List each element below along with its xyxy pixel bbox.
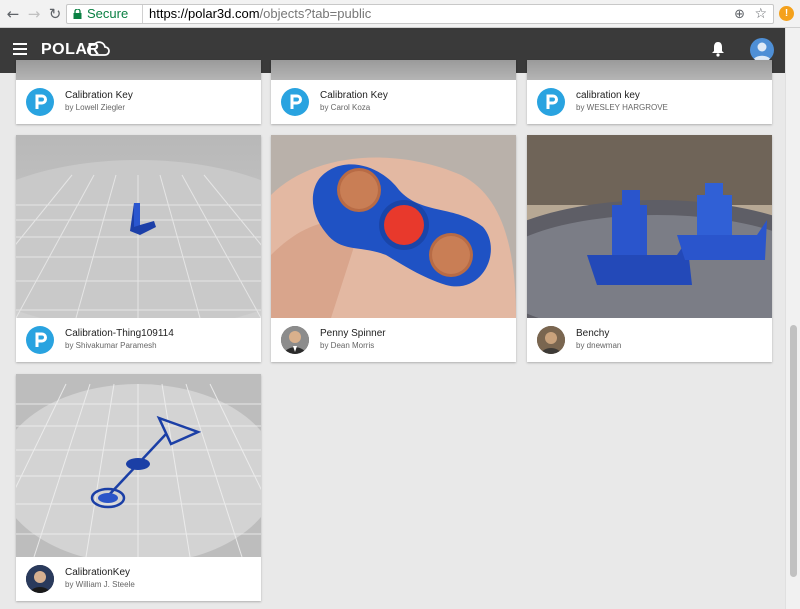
avatar[interactable] [537, 88, 565, 116]
object-card[interactable]: Penny Spinner by Dean Morris [271, 135, 516, 362]
polar-p-icon [546, 94, 558, 109]
user-avatar[interactable] [750, 38, 774, 62]
object-thumbnail[interactable] [527, 60, 772, 80]
polar-p-icon [290, 94, 302, 109]
card-author[interactable]: by Lowell Ziegler [65, 103, 125, 112]
polar-p-icon [35, 94, 47, 109]
object-card[interactable]: Calibration-Thing109114 by Shivakumar Pa… [16, 135, 261, 362]
calibration-thing-render [16, 135, 261, 318]
object-card[interactable]: calibration key by WESLEY HARGROVE [527, 60, 772, 124]
card-footer: Calibration Key by Carol Koza [271, 80, 516, 124]
url-divider [142, 5, 143, 23]
object-thumbnail[interactable] [16, 60, 261, 80]
avatar[interactable] [26, 326, 54, 354]
forward-arrow-icon[interactable]: → [25, 5, 43, 23]
secure-label: Secure [87, 6, 129, 21]
url-host: https://polar3d.com [149, 6, 260, 21]
card-title[interactable]: Calibration-Thing109114 [65, 328, 174, 339]
zoom-icon[interactable]: ⊕ [734, 6, 745, 24]
card-author[interactable]: by WESLEY HARGROVE [576, 103, 668, 112]
card-title[interactable]: Benchy [576, 328, 609, 339]
bookmark-star-icon[interactable]: ☆ [754, 5, 767, 23]
card-footer: Benchy by dnewman [527, 318, 772, 362]
lock-icon [73, 9, 82, 19]
object-card[interactable]: Calibration Key by Lowell Ziegler [16, 60, 261, 124]
polar-p-icon [35, 332, 47, 347]
avatar[interactable] [281, 326, 309, 354]
url-path: /objects?tab=public [259, 6, 372, 21]
card-author[interactable]: by Carol Koza [320, 103, 370, 112]
object-thumbnail[interactable] [16, 135, 261, 318]
avatar[interactable] [26, 565, 54, 593]
card-title[interactable]: CalibrationKey [65, 567, 130, 578]
card-footer: CalibrationKey by William J. Steele [16, 557, 261, 601]
card-author[interactable]: by Dean Morris [320, 341, 374, 350]
address-bar[interactable]: Secure https://polar3d.com/objects?tab=p… [66, 4, 774, 24]
object-card[interactable]: CalibrationKey by William J. Steele [16, 374, 261, 601]
object-thumbnail[interactable] [271, 60, 516, 80]
scroll-thumb[interactable] [790, 325, 797, 577]
object-card[interactable]: Benchy by dnewman [527, 135, 772, 362]
back-arrow-icon[interactable]: ← [4, 5, 22, 23]
penny-spinner-photo [271, 135, 516, 318]
person-photo-icon [537, 326, 565, 354]
object-thumbnail[interactable] [527, 135, 772, 318]
card-footer: Penny Spinner by Dean Morris [271, 318, 516, 362]
card-author[interactable]: by William J. Steele [65, 580, 135, 589]
card-title[interactable]: Calibration Key [65, 90, 133, 101]
object-thumbnail[interactable] [16, 374, 261, 557]
avatar[interactable] [26, 88, 54, 116]
menu-icon[interactable] [13, 43, 27, 55]
card-title[interactable]: calibration key [576, 90, 640, 101]
calibration-key-render [16, 374, 261, 557]
user-icon [753, 42, 771, 61]
object-thumbnail[interactable] [271, 135, 516, 318]
card-footer: calibration key by WESLEY HARGROVE [527, 80, 772, 124]
benchy-photo [527, 135, 772, 318]
person-photo-icon [26, 565, 54, 593]
avatar[interactable] [537, 326, 565, 354]
extension-icon[interactable]: ! [779, 6, 794, 21]
browser-toolbar: ← → ↻ Secure https://polar3d.com/objects… [0, 0, 800, 28]
page-scrollbar[interactable] [785, 28, 800, 609]
card-author[interactable]: by Shivakumar Paramesh [65, 341, 157, 350]
card-footer: Calibration-Thing109114 by Shivakumar Pa… [16, 318, 261, 362]
object-card[interactable]: Calibration Key by Carol Koza [271, 60, 516, 124]
avatar[interactable] [281, 88, 309, 116]
person-photo-icon [281, 326, 309, 354]
card-title[interactable]: Penny Spinner [320, 328, 386, 339]
card-footer: Calibration Key by Lowell Ziegler [16, 80, 261, 124]
cloud-icon [87, 41, 110, 56]
reload-icon[interactable]: ↻ [46, 5, 64, 23]
url-text[interactable]: https://polar3d.com/objects?tab=public [149, 5, 371, 23]
card-author[interactable]: by dnewman [576, 341, 621, 350]
card-title[interactable]: Calibration Key [320, 90, 388, 101]
bell-icon[interactable] [710, 40, 726, 58]
